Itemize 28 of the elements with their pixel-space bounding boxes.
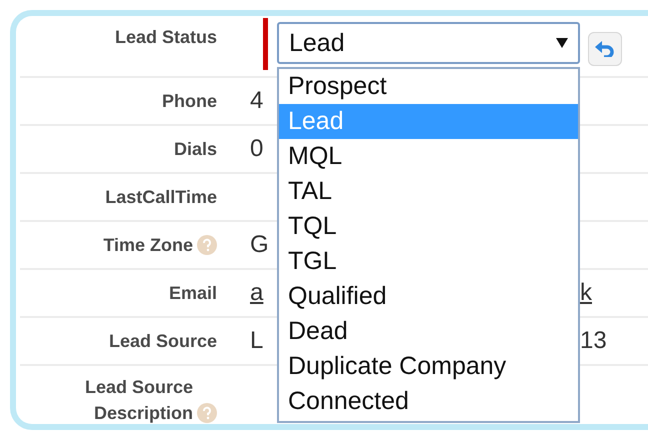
dropdown-option[interactable]: MQL [279,139,578,174]
field-label: Dials [174,138,217,161]
field-label: Lead Status [114,26,217,49]
field-label: LastCallTime [105,186,217,209]
field-value: L [250,327,264,355]
dropdown-option[interactable]: TAL [279,174,578,209]
status-dropdown[interactable]: Lead [277,22,580,64]
dropdown-option[interactable]: Connected [279,384,578,419]
field-value: 0 [250,135,264,163]
undo-arrow-icon [595,41,615,57]
field-value: G [250,231,269,259]
dropdown-option[interactable]: TGL [279,244,578,279]
field-value: 4 [250,87,264,115]
dropdown-option[interactable]: Prospect [279,69,578,104]
field-label: Time Zone [103,234,193,257]
field-value: 13 [580,327,607,355]
email-link[interactable]: a [250,279,264,307]
field-label: Lead Source [108,330,217,353]
field-label: Lead Source Description [84,376,193,425]
field-label: Email [168,282,217,305]
dropdown-option[interactable]: Duplicate Company [279,349,578,384]
field-label: Phone [162,90,217,113]
dropdown-option[interactable]: Qualified [279,279,578,314]
caret-icon [556,38,568,48]
undo-button[interactable] [588,32,622,66]
dropdown-option[interactable]: TQL [279,209,578,244]
dropdown-option[interactable]: Dead [279,314,578,349]
email-link[interactable]: k [580,279,592,307]
